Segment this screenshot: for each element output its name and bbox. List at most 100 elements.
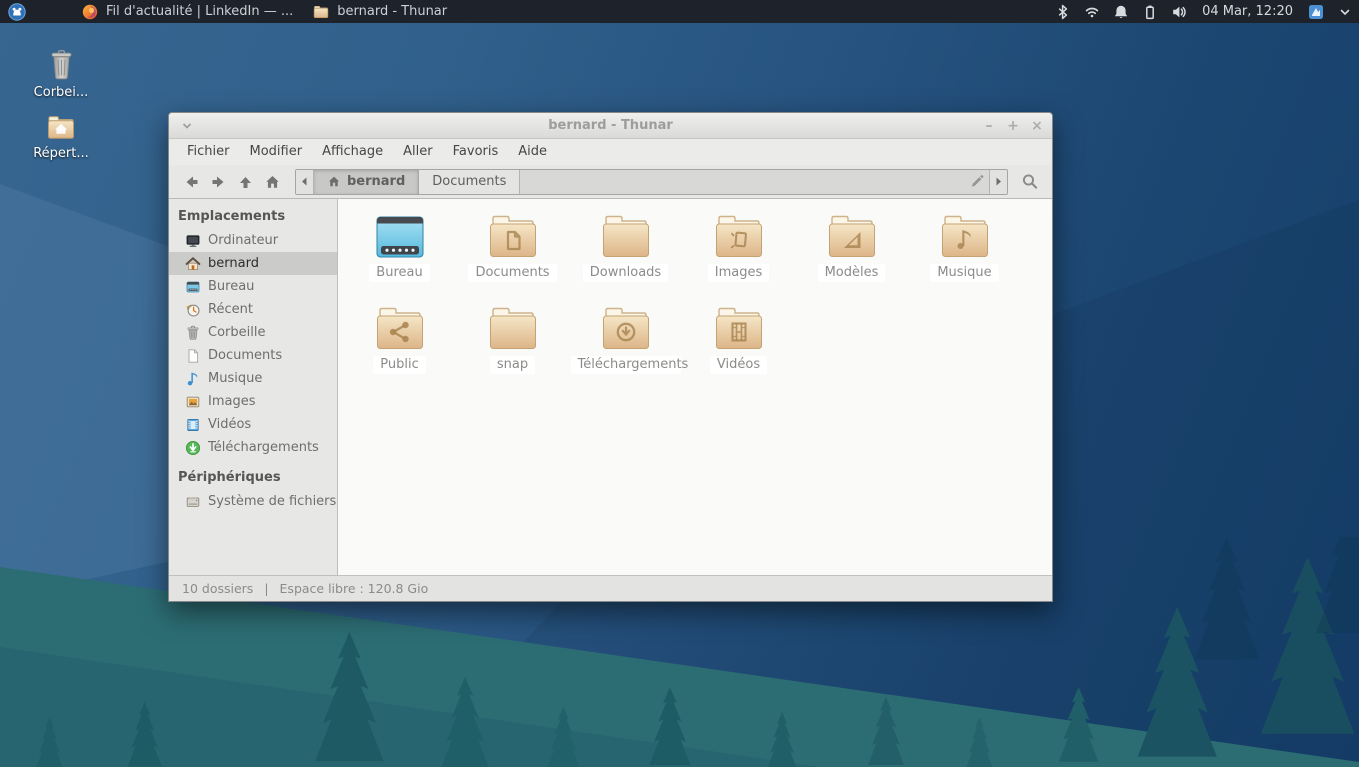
menu-aller[interactable]: Aller — [393, 139, 442, 165]
sidebar-item-label: Corbeille — [208, 325, 265, 340]
sidebar-item-bureau[interactable]: Bureau — [169, 275, 337, 298]
pathbar-segment-label: Documents — [432, 174, 506, 189]
file-item-videos[interactable]: Vidéos — [682, 304, 795, 396]
volume-icon[interactable] — [1171, 4, 1187, 20]
file-label: Documents — [468, 264, 556, 282]
notifications-icon[interactable] — [1113, 4, 1129, 20]
pencil-icon — [969, 174, 984, 189]
desktop-folder-icon — [372, 212, 428, 262]
downloads-folder-icon — [598, 304, 654, 354]
sidebar-item-label: bernard — [208, 256, 259, 271]
sidebar-item-corbeille[interactable]: Corbeille — [169, 321, 337, 344]
titlebar[interactable]: bernard - Thunar – + × — [169, 113, 1052, 139]
sidebar-item-telechargements[interactable]: Téléchargements — [169, 436, 337, 459]
recent-clock-icon — [185, 302, 201, 318]
menu-favoris[interactable]: Favoris — [443, 139, 509, 165]
status-separator: | — [264, 581, 268, 596]
file-item-snap[interactable]: snap — [456, 304, 569, 396]
pathbar-scroll-left-button[interactable] — [296, 170, 314, 194]
sidebar-item-videos[interactable]: Vidéos — [169, 413, 337, 436]
applications-menu-button[interactable] — [8, 3, 26, 21]
sidebar-item-label: Bureau — [208, 279, 254, 294]
sidebar-header-places: Emplacements — [169, 206, 337, 229]
menu-aide[interactable]: Aide — [508, 139, 557, 165]
close-button[interactable]: × — [1030, 114, 1044, 138]
sidebar-item-label: Documents — [208, 348, 282, 363]
minimize-button[interactable]: – — [982, 114, 996, 138]
sidebar-item-images[interactable]: Images — [169, 390, 337, 413]
menu-modifier[interactable]: Modifier — [240, 139, 313, 165]
edit-path-button[interactable] — [963, 170, 989, 194]
bluetooth-icon[interactable] — [1055, 4, 1071, 20]
sidebar-item-ordinateur[interactable]: Ordinateur — [169, 229, 337, 252]
taskbar-button-firefox[interactable]: Fil d'actualité | LinkedIn — ... — [76, 0, 299, 23]
file-item-bureau[interactable]: Bureau — [343, 212, 456, 304]
sidebar-item-label: Système de fichiers — [208, 494, 336, 509]
up-button[interactable] — [232, 169, 259, 194]
wifi-icon[interactable] — [1084, 4, 1100, 20]
search-button[interactable] — [1016, 169, 1043, 194]
status-free-space: Espace libre : 120.8 Gio — [280, 581, 429, 596]
thunar-window: bernard - Thunar – + × Fichier Modifier … — [168, 112, 1053, 602]
file-item-documents[interactable]: Documents — [456, 212, 569, 304]
sidebar-item-recent[interactable]: Récent — [169, 298, 337, 321]
file-view[interactable]: Bureau Documents Downloads — [338, 199, 1052, 575]
indicator-icon[interactable] — [1308, 4, 1324, 20]
music-icon — [185, 371, 201, 387]
plain-folder-icon — [485, 304, 541, 354]
file-item-musique[interactable]: Musique — [908, 212, 1021, 304]
pathbar-scroll-right-button[interactable] — [989, 170, 1007, 194]
sidebar-item-label: Récent — [208, 302, 253, 317]
file-item-images[interactable]: Images — [682, 212, 795, 304]
sidebar-item-systeme-de-fichiers[interactable]: Système de fichiers — [169, 490, 337, 513]
taskbar-button-thunar[interactable]: bernard - Thunar — [307, 0, 453, 23]
file-label: Bureau — [369, 264, 429, 282]
sidebar-item-bernard[interactable]: bernard — [169, 252, 337, 275]
statusbar: 10 dossiers | Espace libre : 120.8 Gio — [169, 575, 1052, 601]
home-button[interactable] — [259, 169, 286, 194]
forward-button[interactable] — [205, 169, 232, 194]
sidebar-header-devices: Périphériques — [169, 467, 337, 490]
menu-fichier[interactable]: Fichier — [177, 139, 240, 165]
desktop-icon-trash[interactable]: Corbei... — [20, 48, 102, 100]
images-icon — [185, 394, 201, 410]
file-item-downloads[interactable]: Downloads — [569, 212, 682, 304]
panel-chevron-down-icon[interactable] — [1337, 4, 1353, 20]
sidebar-item-label: Téléchargements — [208, 440, 319, 455]
status-folder-count: 10 dossiers — [182, 581, 253, 596]
sidebar: Emplacements Ordinateur bernard Bureau — [169, 199, 338, 575]
sidebar-item-label: Vidéos — [208, 417, 251, 432]
desktop-icon-home-folder[interactable]: Répert... — [20, 109, 102, 161]
pathbar-segment-documents[interactable]: Documents — [419, 170, 520, 194]
videos-folder-icon — [711, 304, 767, 354]
file-item-modeles[interactable]: Modèles — [795, 212, 908, 304]
home-folder-icon — [46, 109, 76, 141]
pathbar-segment-label: bernard — [347, 174, 405, 189]
trash-icon — [48, 48, 75, 80]
file-label: Modèles — [818, 264, 886, 282]
desktop-icon-label: Corbei... — [34, 85, 89, 100]
pathbar[interactable]: bernard Documents — [295, 169, 1008, 195]
system-tray: 04 Mar, 12:20 — [1055, 4, 1359, 20]
home-icon — [185, 256, 201, 272]
window-title: bernard - Thunar — [169, 118, 1052, 133]
sidebar-item-musique[interactable]: Musique — [169, 367, 337, 390]
clock[interactable]: 04 Mar, 12:20 — [1202, 4, 1293, 19]
firefox-icon — [82, 4, 98, 20]
pathbar-segment-bernard[interactable]: bernard — [314, 170, 419, 194]
public-folder-icon — [372, 304, 428, 354]
back-button[interactable] — [178, 169, 205, 194]
maximize-button[interactable]: + — [1006, 114, 1020, 138]
file-label: Vidéos — [710, 356, 767, 374]
downloads-icon — [185, 440, 201, 456]
sidebar-item-label: Images — [208, 394, 256, 409]
file-item-telechargements[interactable]: Téléchargements — [569, 304, 682, 396]
sidebar-item-label: Musique — [208, 371, 262, 386]
menu-affichage[interactable]: Affichage — [312, 139, 393, 165]
sidebar-item-documents[interactable]: Documents — [169, 344, 337, 367]
battery-icon[interactable] — [1142, 4, 1158, 20]
file-item-public[interactable]: Public — [343, 304, 456, 396]
pathbar-empty-area[interactable] — [520, 170, 963, 194]
top-panel: Fil d'actualité | LinkedIn — ... bernard… — [0, 0, 1359, 23]
plain-folder-icon — [598, 212, 654, 262]
